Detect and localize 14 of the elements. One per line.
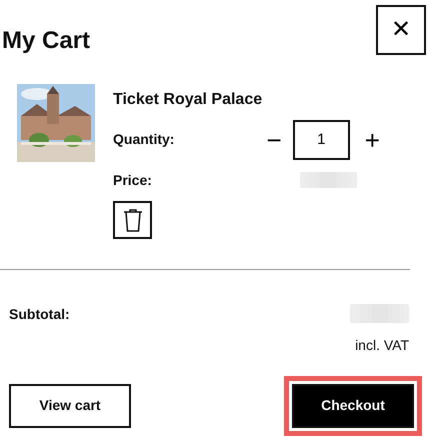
minus-button[interactable]: −: [264, 126, 285, 153]
delete-button[interactable]: [113, 200, 152, 239]
cart-title: My Cart: [2, 27, 90, 56]
close-button[interactable]: ✕: [376, 5, 426, 55]
quantity-label: Quantity:: [113, 130, 176, 150]
subtotal-label: Subtotal:: [9, 304, 70, 324]
product-name: Ticket Royal Palace: [113, 90, 264, 110]
quantity-field[interactable]: 1: [292, 120, 350, 160]
price-label: Price:: [113, 170, 153, 190]
checkout-button[interactable]: Checkout: [292, 384, 414, 428]
trash-icon: [122, 208, 142, 232]
view-cart-button[interactable]: View cart: [9, 384, 131, 428]
vat-note: incl. VAT: [355, 336, 409, 355]
plus-button[interactable]: +: [362, 126, 383, 153]
